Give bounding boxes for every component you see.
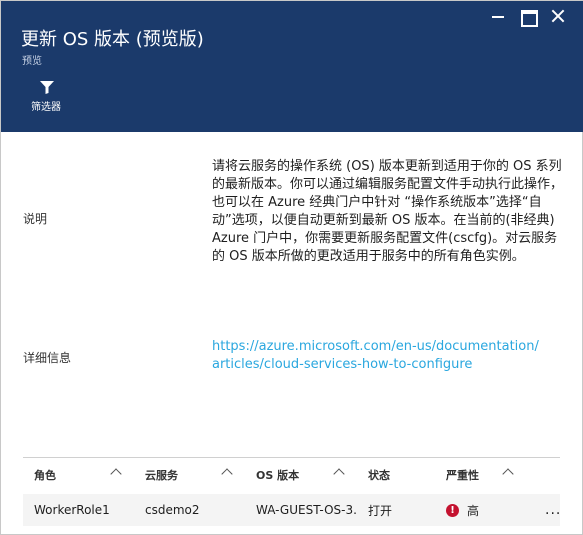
blade: 更新 OS 版本 (预览版) 预览 筛选器 说明 请将云服务的操作系统 (OS)… (0, 0, 583, 535)
chevron-up-icon[interactable] (221, 468, 233, 480)
column-header-label: 严重性 (446, 469, 479, 482)
filter-button[interactable]: 筛选器 (29, 81, 65, 117)
cell-severity: ! 高 (435, 494, 516, 526)
cell-role: WorkerRole1 (34, 503, 110, 517)
funnel-icon (40, 81, 54, 94)
error-circle-icon: ! (446, 503, 459, 517)
column-header-label: OS 版本 (256, 469, 300, 482)
cell-cloud-service: csdemo2 (145, 503, 200, 517)
chevron-up-icon[interactable] (333, 468, 345, 480)
column-header-actions (516, 458, 560, 492)
link-line-2: articles/cloud-services-how-to-configure (212, 357, 473, 372)
chevron-up-icon[interactable] (502, 468, 514, 480)
table-header: 角色 云服务 OS 版本 状态 严重性 (23, 457, 560, 492)
more-icon[interactable]: ... (527, 502, 560, 518)
blade-header: 更新 OS 版本 (预览版) 预览 筛选器 (1, 1, 583, 132)
column-header-cloud-service[interactable]: 云服务 (134, 458, 245, 492)
window-controls (486, 5, 570, 27)
chevron-up-icon[interactable] (110, 468, 122, 480)
column-header-label: 状态 (368, 469, 390, 482)
cell-status: 打开 (368, 503, 393, 518)
more-info-label: 详细信息 (23, 351, 72, 365)
description-text: 请将云服务的操作系统 (OS) 版本更新到适用于你的 OS 系列的最新版本。你可… (212, 159, 564, 264)
column-header-os-version[interactable]: OS 版本 (245, 458, 357, 492)
maximize-icon[interactable] (516, 5, 540, 27)
cell-os-version: WA-GUEST-OS-3... (256, 503, 357, 517)
column-header-severity[interactable]: 严重性 (435, 458, 516, 492)
page-title: 更新 OS 版本 (预览版) (21, 29, 204, 50)
column-header-status[interactable]: 状态 (357, 458, 435, 492)
close-icon[interactable] (546, 5, 570, 27)
row-more-button[interactable]: ... (516, 494, 560, 526)
column-header-role[interactable]: 角色 (23, 458, 134, 492)
recommendations-table: 角色 云服务 OS 版本 状态 严重性 WorkerRole1 csdemo2 (23, 457, 560, 526)
page-subtitle: 预览 (22, 56, 42, 67)
severity-value: 高 (467, 503, 480, 518)
filter-label: 筛选器 (31, 102, 61, 113)
table-row[interactable]: WorkerRole1 csdemo2 WA-GUEST-OS-3... 打开 … (23, 494, 560, 526)
minimize-icon[interactable] (486, 5, 510, 27)
documentation-link[interactable]: https://azure.microsoft.com/en-us/docume… (212, 338, 564, 374)
column-header-label: 云服务 (145, 469, 178, 482)
column-header-label: 角色 (34, 469, 56, 482)
description-label: 说明 (23, 212, 48, 226)
link-line-1: https://azure.microsoft.com/en-us/docume… (212, 339, 539, 354)
